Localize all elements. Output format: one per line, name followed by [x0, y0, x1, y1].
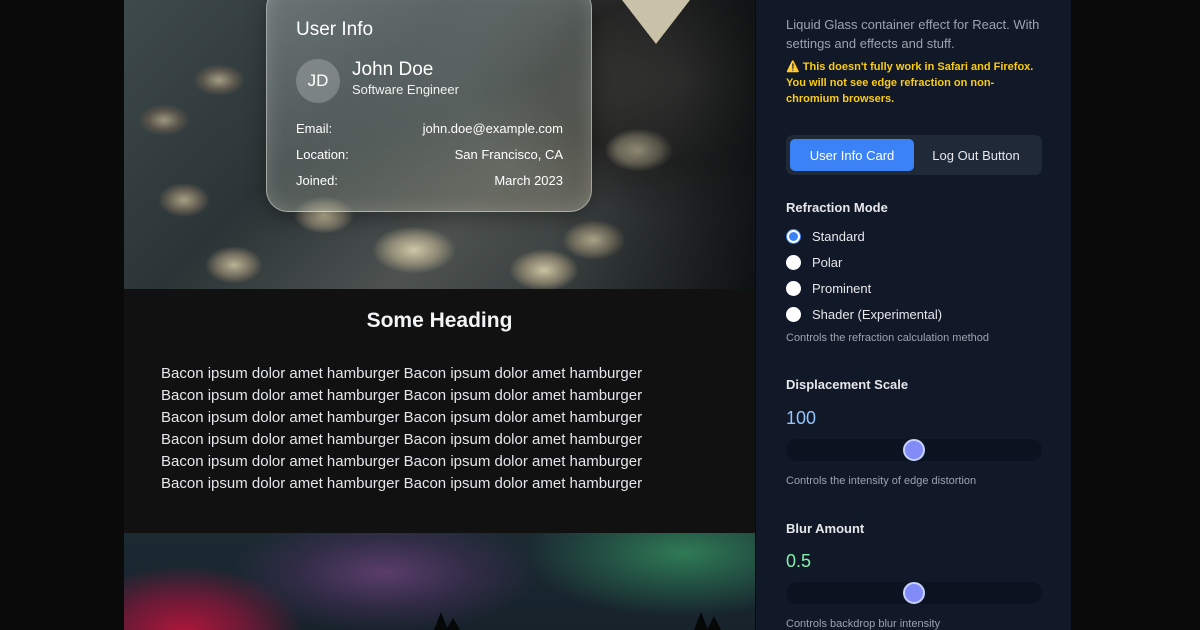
info-label: Location:: [296, 147, 349, 162]
user-role: Software Engineer: [352, 82, 459, 97]
user-info-glass-card[interactable]: User Info JD John Doe Software Engineer …: [266, 0, 592, 212]
slider-thumb[interactable]: [903, 582, 925, 604]
radio-standard[interactable]: Standard: [786, 229, 865, 244]
mode-tabs: User Info Card Log Out Button: [786, 135, 1042, 175]
radio-label: Polar: [812, 255, 843, 270]
body-paragraph: Bacon ipsum dolor amet hamburger Bacon i…: [161, 363, 721, 495]
tab-user-info-card[interactable]: User Info Card: [790, 139, 914, 171]
card-title: User Info: [296, 19, 374, 40]
blur-value: 0.5: [786, 551, 812, 571]
radio-unselected-icon[interactable]: [786, 281, 801, 296]
avatar: JD: [296, 59, 340, 103]
radio-shader[interactable]: Shader (Experimental): [786, 307, 942, 322]
browser-warning: ⚠️ This doesn't fully work in Safari and…: [786, 61, 1034, 105]
refraction-mode-title: Refraction Mode: [786, 200, 888, 215]
refraction-hint: Controls the refraction calculation meth…: [786, 332, 989, 344]
radio-polar[interactable]: Polar: [786, 255, 842, 270]
radio-label: Shader (Experimental): [812, 307, 943, 322]
displacement-slider[interactable]: [786, 439, 1042, 461]
typewriter-hero-image: User Info JD John Doe Software Engineer …: [124, 0, 755, 289]
body-line: Bacon ipsum dolor amet hamburger Bacon i…: [161, 431, 643, 448]
info-row-location: Location: San Francisco, CA: [296, 147, 563, 162]
info-value: March 2023: [494, 173, 563, 188]
blur-slider[interactable]: [786, 582, 1042, 604]
settings-panel: Liquid Glass container effect for React.…: [756, 0, 1071, 630]
blur-hint: Controls backdrop blur intensity: [786, 618, 941, 630]
user-name: John Doe: [352, 59, 434, 80]
radio-prominent[interactable]: Prominent: [786, 281, 871, 296]
info-value: john.doe@example.com: [422, 121, 563, 136]
main-content: User Info JD John Doe Software Engineer …: [124, 0, 755, 630]
info-label: Email:: [296, 121, 333, 136]
tab-log-out-button[interactable]: Log Out Button: [914, 139, 1038, 171]
info-label: Joined:: [296, 173, 338, 188]
body-line: Bacon ipsum dolor amet hamburger Bacon i…: [161, 475, 643, 492]
info-row-joined: Joined: March 2023: [296, 173, 563, 188]
content-heading: Some Heading: [366, 309, 513, 332]
radio-label: Prominent: [812, 281, 872, 296]
blur-amount-title: Blur Amount: [786, 521, 865, 536]
avatar-initials: JD: [307, 71, 329, 90]
body-line: Bacon ipsum dolor amet hamburger Bacon i…: [161, 453, 643, 470]
body-line: Bacon ipsum dolor amet hamburger Bacon i…: [161, 365, 643, 382]
displacement-scale-title: Displacement Scale: [786, 377, 909, 392]
panel-description: Liquid Glass container effect for React.…: [786, 17, 1040, 51]
info-value: San Francisco, CA: [454, 147, 563, 162]
body-line: Bacon ipsum dolor amet hamburger Bacon i…: [161, 409, 643, 426]
radio-unselected-icon[interactable]: [786, 307, 801, 322]
radio-unselected-icon[interactable]: [786, 255, 801, 270]
aurora-image: [124, 533, 755, 630]
displacement-value: 100: [786, 408, 817, 428]
displacement-hint: Controls the intensity of edge distortio…: [786, 475, 977, 487]
info-row-email: Email: john.doe@example.com: [296, 121, 563, 136]
radio-label: Standard: [812, 229, 865, 244]
slider-thumb[interactable]: [903, 439, 925, 461]
radio-selected-icon[interactable]: [786, 229, 801, 244]
body-line: Bacon ipsum dolor amet hamburger Bacon i…: [161, 387, 643, 404]
